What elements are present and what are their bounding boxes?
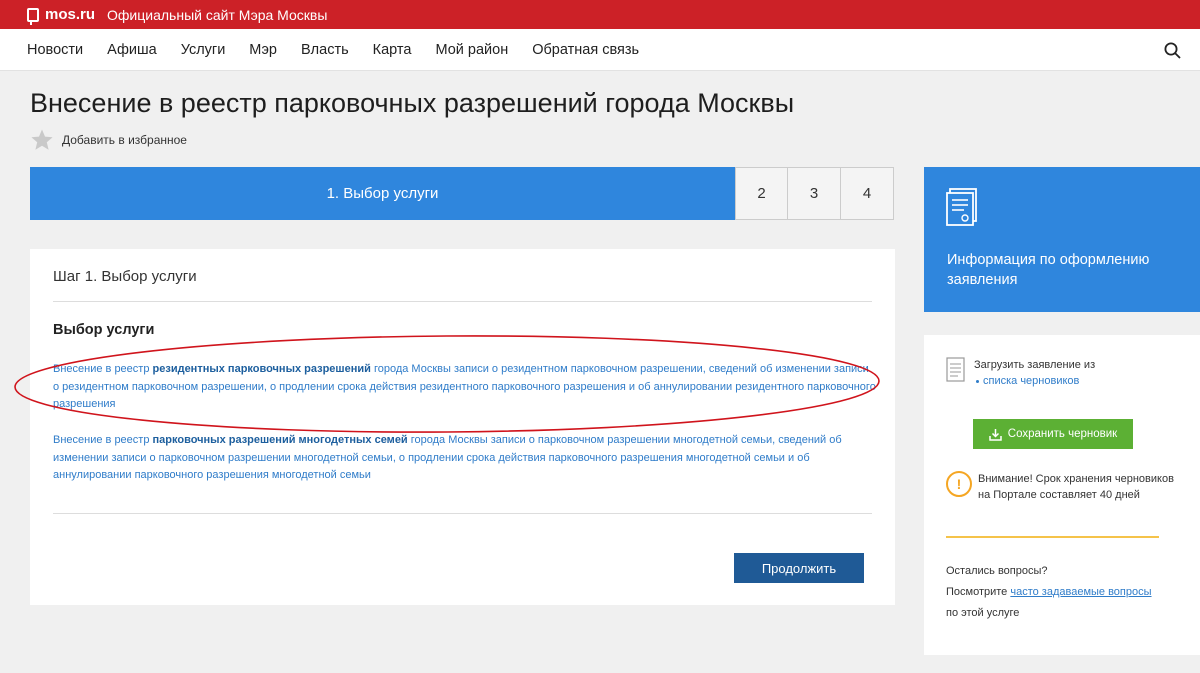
add-to-favorites[interactable]: Добавить в избранное [30, 128, 187, 152]
nav-item-government[interactable]: Власть [301, 42, 349, 58]
continue-button[interactable]: Продолжить [734, 553, 864, 583]
site-brand[interactable]: mos.ru [45, 6, 95, 23]
step-4[interactable]: 4 [841, 167, 894, 220]
service-select-card: Шаг 1. Выбор услуги Выбор услуги Внесени… [30, 249, 895, 605]
divider [53, 513, 872, 514]
download-icon [989, 428, 1002, 441]
drafts-panel: Загрузить заявление из списка черновиков… [924, 335, 1200, 655]
drafts-list-link[interactable]: списка черновиков [983, 375, 1079, 387]
nav-item-news[interactable]: Новости [27, 42, 83, 58]
document-icon [946, 188, 977, 226]
search-icon[interactable] [1164, 42, 1181, 59]
option-bold: парковочных разрешений многодетных семей [152, 434, 408, 446]
faq-line: Посмотрите часто задаваемые вопросы [946, 586, 1152, 598]
nav-item-my-district[interactable]: Мой район [435, 42, 508, 58]
top-bar: mos.ru Официальный сайт Мэра Москвы [0, 0, 1200, 29]
option-prefix: Внесение в реестр [53, 363, 153, 375]
nav-item-map[interactable]: Карта [373, 42, 412, 58]
steps-bar: 1. Выбор услуги 2 3 4 [30, 167, 895, 220]
step-2[interactable]: 2 [735, 167, 788, 220]
nav-item-services[interactable]: Услуги [181, 42, 226, 58]
nav-item-feedback[interactable]: Обратная связь [532, 42, 639, 58]
page-title: Внесение в реестр парковочных разрешений… [30, 88, 795, 118]
questions-label: Остались вопросы? [946, 565, 1048, 577]
draft-storage-warning: Внимание! Срок хранения черновиков на По… [978, 473, 1174, 501]
option-prefix: Внесение в реестр [53, 434, 153, 446]
service-option-resident[interactable]: Внесение в реестр резидентных парковочны… [53, 361, 877, 414]
site-slogan: Официальный сайт Мэра Москвы [107, 6, 328, 23]
faq-link[interactable]: часто задаваемые вопросы [1010, 586, 1151, 598]
section-title: Выбор услуги [53, 322, 155, 338]
draft-document-icon [946, 357, 965, 382]
favorites-label[interactable]: Добавить в избранное [62, 133, 187, 147]
warning-icon: ! [946, 471, 972, 497]
faq-suffix: по этой услуге [946, 607, 1020, 619]
info-label[interactable]: Информация по оформлению заявления [947, 250, 1187, 290]
bullet-dot [976, 380, 979, 383]
service-option-large-family[interactable]: Внесение в реестр парковочных разрешений… [53, 432, 877, 485]
save-draft-label[interactable]: Сохранить черновик [1008, 428, 1117, 440]
nav-item-mayor[interactable]: Мэр [249, 42, 277, 58]
option-bold: резидентных парковочных разрешений [152, 363, 371, 375]
save-draft-button[interactable]: Сохранить черновик [973, 419, 1133, 449]
load-draft-label: Загрузить заявление из [974, 359, 1096, 371]
main-nav: Новости Афиша Услуги Мэр Власть Карта Мо… [0, 29, 1200, 71]
application-info-box[interactable]: Информация по оформлению заявления [924, 167, 1200, 312]
step-1-active[interactable]: 1. Выбор услуги [30, 167, 735, 220]
step-3[interactable]: 3 [788, 167, 841, 220]
nav-item-afisha[interactable]: Афиша [107, 42, 157, 58]
star-icon[interactable] [30, 128, 54, 152]
divider [946, 536, 1159, 538]
mos-logo-icon[interactable] [27, 7, 39, 25]
faq-prefix: Посмотрите [946, 586, 1011, 598]
divider [53, 301, 872, 302]
step-heading: Шаг 1. Выбор услуги [53, 268, 197, 285]
